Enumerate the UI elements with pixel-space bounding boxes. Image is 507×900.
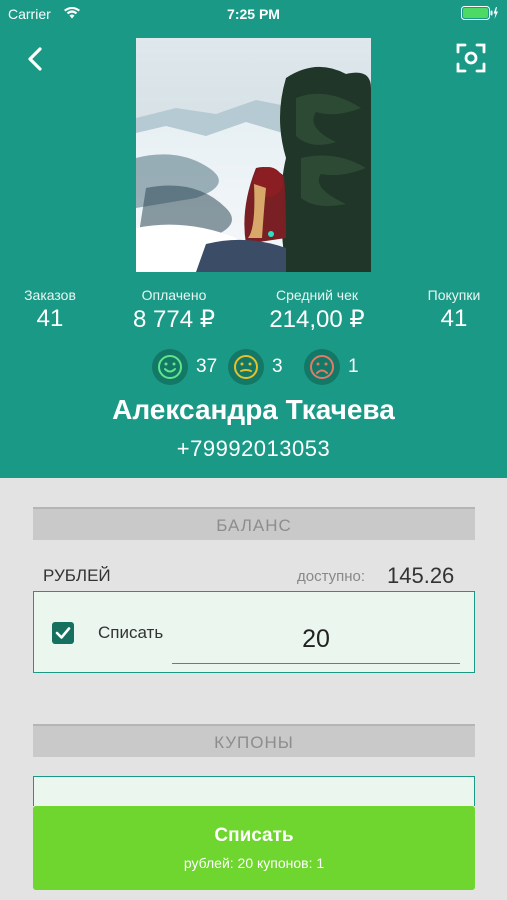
checkmark-icon <box>55 627 71 639</box>
stat-value: 8 774 ₽ <box>133 306 215 333</box>
customer-stats: Заказов 41 Оплачено 8 774 ₽ Средний чек … <box>0 287 507 337</box>
submit-label: Списать <box>214 825 294 846</box>
write-off-checkbox[interactable] <box>52 622 74 644</box>
submit-summary: рублей: 20 купонов: 1 <box>183 855 325 871</box>
stat-label: Покупки <box>427 287 481 303</box>
mood-sad: 1 <box>304 347 359 387</box>
stat-orders: Заказов 41 <box>0 287 100 333</box>
customer-name: Александра Ткачева <box>112 394 395 425</box>
mood-count: 1 <box>348 356 359 377</box>
stat-value: 41 <box>36 305 64 332</box>
currency-label: РУБЛЕЙ <box>43 566 111 585</box>
stat-label: Заказов <box>24 287 76 303</box>
back-chevron-icon[interactable] <box>22 44 50 74</box>
stat-purchases: Покупки 41 <box>404 287 504 333</box>
mood-count: 37 <box>196 356 218 377</box>
coupon-item[interactable] <box>33 776 475 806</box>
mood-happy: 37 <box>152 347 217 387</box>
stat-paid: Оплачено 8 774 ₽ <box>110 287 238 334</box>
available-value: 145.26 <box>387 563 455 588</box>
mood-count: 3 <box>272 356 283 377</box>
stat-value: 41 <box>440 305 468 332</box>
write-off-submit-button[interactable]: Списать рублей: 20 купонов: 1 <box>33 806 475 890</box>
write-off-label: Списать <box>98 623 164 642</box>
stat-label: Оплачено <box>141 287 207 303</box>
happy-face-icon <box>152 349 188 385</box>
battery-icon <box>461 6 498 20</box>
stat-value: 214,00 ₽ <box>269 306 365 333</box>
balance-section-header: БАЛАНС <box>33 507 475 540</box>
customer-avatar-photo <box>136 38 371 272</box>
customer-header: Carrier 7:25 PM Заказов 41 Оплачено 8 77… <box>0 0 507 478</box>
mood-neutral: 3 <box>228 347 283 387</box>
write-off-balance-row: Списать <box>33 591 475 673</box>
write-off-amount-input[interactable] <box>172 616 460 664</box>
neutral-face-icon <box>228 349 264 385</box>
available-label: доступно: <box>297 568 366 585</box>
scan-qr-icon[interactable] <box>455 42 487 74</box>
sad-face-icon <box>304 349 340 385</box>
status-bar: Carrier 7:25 PM <box>0 0 507 28</box>
customer-phone[interactable]: +79992013053 <box>0 436 507 462</box>
stat-average-check: Средний чек 214,00 ₽ <box>248 287 386 334</box>
clock: 7:25 PM <box>227 6 280 22</box>
feedback-summary: 37 3 1 <box>152 347 372 387</box>
stat-label: Средний чек <box>275 287 358 303</box>
coupons-section-header: КУПОНЫ <box>33 724 475 757</box>
